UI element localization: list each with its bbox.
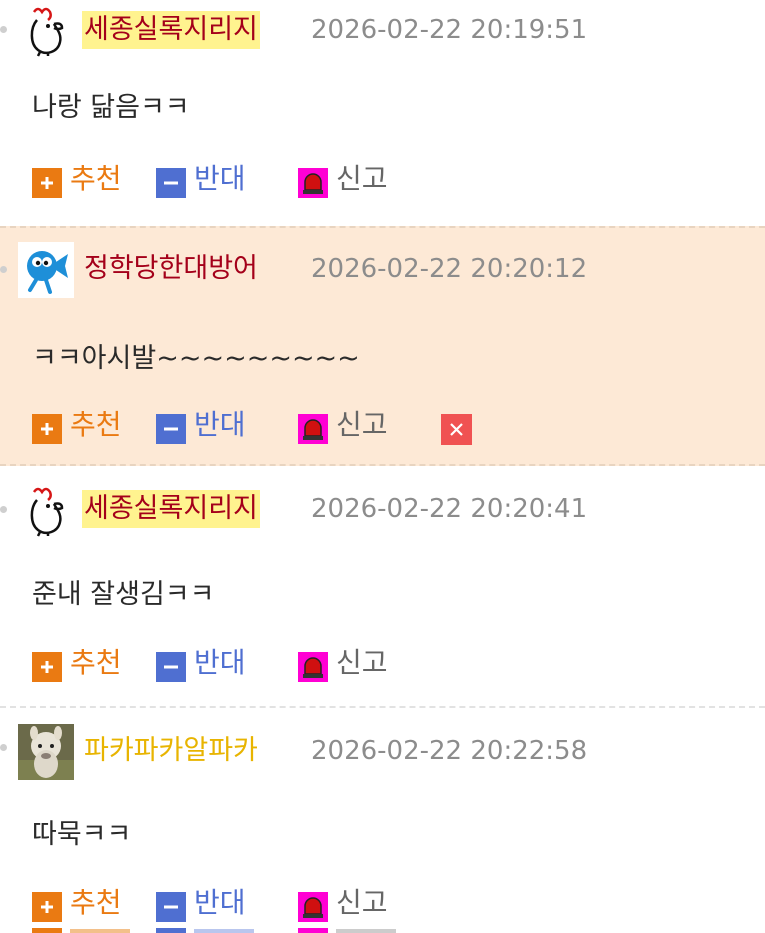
- downvote-label: 반대: [194, 408, 246, 441]
- comment-text: 나랑 닮음ㅋㅋ: [32, 92, 190, 123]
- plus-icon: [32, 414, 62, 444]
- comment-timestamp: 2026-02-22 20:20:41: [311, 494, 588, 524]
- comment-text: 준내 잘생김ㅋㅋ: [32, 579, 215, 610]
- bullet-dot: [0, 266, 7, 273]
- comment-item: 정학당한대방어 2026-02-22 20:20:12 ㅋㅋ아시발~~~~~~~…: [0, 226, 765, 466]
- siren-icon: [298, 168, 328, 198]
- comment-item: 세종실록지리지 2026-02-22 20:19:51 나랑 닮음ㅋㅋ 추천 반…: [0, 0, 765, 222]
- comment-actions: 추천 반대 신고: [32, 406, 732, 446]
- next-row-cutoff: [32, 928, 396, 933]
- bullet-dot: [0, 506, 7, 513]
- report-label: 신고: [336, 646, 388, 679]
- upvote-label: 추천: [70, 646, 122, 679]
- comment-actions: 추천 반대 신고: [32, 160, 732, 200]
- upvote-label: 추천: [70, 408, 122, 441]
- minus-icon: [156, 168, 186, 198]
- plus-icon: [32, 892, 62, 922]
- comment-timestamp: 2026-02-22 20:20:12: [311, 254, 588, 284]
- downvote-label: 반대: [194, 646, 246, 679]
- comment-nickname[interactable]: 세종실록지리지: [82, 490, 260, 528]
- bullet-dot: [0, 744, 7, 751]
- plus-icon: [32, 168, 62, 198]
- downvote-label: 반대: [194, 886, 246, 919]
- comment-timestamp: 2026-02-22 20:22:58: [311, 736, 588, 766]
- report-label: 신고: [336, 162, 388, 195]
- report-label: 신고: [336, 408, 388, 441]
- plus-icon: [32, 652, 62, 682]
- comment-actions: 추천 반대 신고: [32, 644, 732, 684]
- upvote-label: 추천: [70, 162, 122, 195]
- blue-fish-icon[interactable]: [18, 242, 74, 298]
- comment-nickname[interactable]: 정학당한대방어: [82, 250, 260, 288]
- minus-icon: [156, 652, 186, 682]
- minus-icon: [156, 414, 186, 444]
- comment-timestamp: 2026-02-22 20:19:51: [311, 15, 588, 45]
- report-label: 신고: [336, 886, 388, 919]
- upvote-label: 추천: [70, 886, 122, 919]
- comment-actions: 추천 반대 신고: [32, 884, 732, 924]
- comment-nickname[interactable]: 세종실록지리지: [82, 11, 260, 49]
- comment-nickname[interactable]: 파카파카알파카: [82, 732, 260, 770]
- siren-icon: [298, 414, 328, 444]
- siren-icon: [298, 652, 328, 682]
- alpaca-photo-icon[interactable]: [18, 724, 74, 780]
- comment-text: 따묵ㅋㅋ: [32, 819, 132, 850]
- chicken-doodle-icon[interactable]: [18, 482, 74, 538]
- delete-icon[interactable]: [441, 414, 472, 445]
- comment-item: 파카파카알파카 2026-02-22 20:22:58 따묵ㅋㅋ 추천 반대 신…: [0, 706, 765, 928]
- comment-item: 세종실록지리지 2026-02-22 20:20:41 준내 잘생김ㅋㅋ 추천 …: [0, 468, 765, 706]
- comment-text: ㅋㅋ아시발~~~~~~~~~: [32, 343, 360, 374]
- siren-icon: [298, 892, 328, 922]
- minus-icon: [156, 892, 186, 922]
- downvote-label: 반대: [194, 162, 246, 195]
- chicken-doodle-icon[interactable]: [18, 2, 74, 58]
- bullet-dot: [0, 26, 7, 33]
